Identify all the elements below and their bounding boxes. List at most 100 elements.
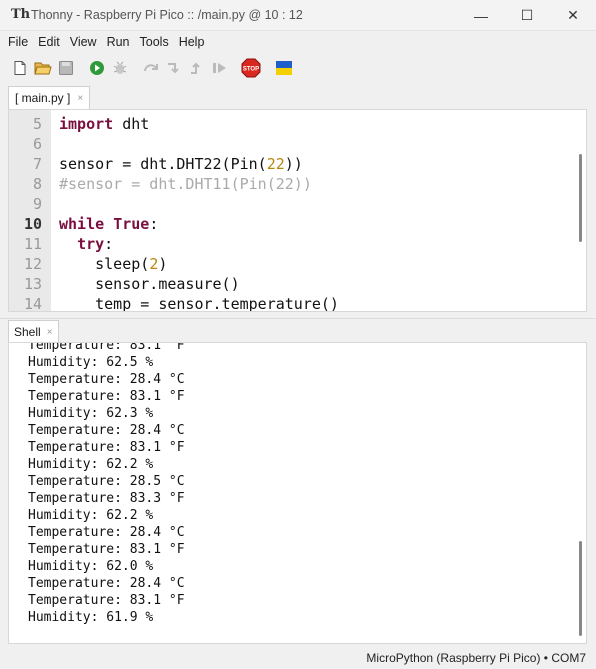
shell-output-line: Temperature: 28.4 °C [28,372,185,387]
minimize-button[interactable]: — [458,0,504,31]
code-text: #sensor = dht.DHT11(Pin(22)) [59,174,312,194]
comment: #sensor = dht.DHT11(Pin(22)) [59,175,312,193]
interpreter-status[interactable]: MicroPython (Raspberry Pi Pico) • COM7 [366,651,586,665]
open-file-button[interactable] [32,57,54,79]
run-button[interactable] [86,57,108,79]
code-line[interactable]: 10 while True: [9,214,569,234]
debug-button[interactable] [109,57,131,79]
folder-open-icon [34,62,52,74]
close-shell-tab-icon[interactable]: × [47,327,53,338]
status-bar: MicroPython (Raspberry Pi Pico) • COM7 [0,648,596,669]
keyword: True [113,215,150,233]
shell-output-line: Humidity: 62.5 % [28,355,154,370]
code-line[interactable]: 5 import dht [9,114,569,134]
code-line[interactable]: 12 sleep(2) [9,254,569,274]
menu-edit[interactable]: Edit [33,35,65,49]
menu-view[interactable]: View [65,35,102,49]
shell-output-line: Temperature: 83.1 °F [28,542,185,557]
step-into-icon [168,62,179,73]
shell-output-line: Temperature: 28.5 °C [28,474,185,489]
shell-console[interactable]: Temperature: 83.1 °F Humidity: 62.5 % Temp… [8,342,587,644]
code-token: : [149,215,159,233]
code-line[interactable]: 9 [9,194,569,214]
line-number: 10 [23,215,42,233]
code-text: sensor = dht.DHT22(Pin(22)) [59,154,303,174]
save-file-button[interactable] [55,57,77,79]
menu-bar: File Edit View Run Tools Help [0,31,596,52]
code-line[interactable]: 8 #sensor = dht.DHT11(Pin(22)) [9,174,569,194]
title-bar: Th Thonny - Raspberry Pi Pico :: /main.p… [0,0,596,31]
stop-button[interactable]: STOP [240,57,262,79]
keyword: import [59,115,114,133]
code-text: temp = sensor.temperature() [59,294,339,312]
menu-tools[interactable]: Tools [135,35,174,49]
step-out-button[interactable] [186,57,208,79]
resume-button[interactable] [209,57,231,79]
menu-help[interactable]: Help [174,35,210,49]
shell-output-line: Humidity: 62.0 % [28,559,154,574]
code-text: sensor.measure() [59,274,240,294]
code-text: sleep(2) [59,254,167,274]
keyword: while [59,215,105,233]
shell-output-line: Temperature: 83.3 °F [28,491,185,506]
code-text: try: [59,234,113,254]
editor-scrollbar-thumb[interactable] [579,154,582,242]
code-line[interactable]: 7 sensor = dht.DHT22(Pin(22)) [9,154,569,174]
window-title: Thonny - Raspberry Pi Pico :: /main.py @… [31,8,303,22]
ukraine-flag-icon [276,60,292,75]
close-window-button[interactable]: ✕ [550,0,596,31]
shell-output-line: Temperature: 83.1 °F [28,342,185,353]
step-over-icon [144,63,158,71]
code-text: while True: [59,214,158,234]
editor-tab-bar: [ main.py ] × [0,85,596,109]
number-literal: 22 [266,155,285,173]
code-line[interactable]: 6 [9,134,569,154]
code-editor[interactable]: 5 import dht 6 7 sensor = dht.DHT22(Pin(22))… [8,109,587,312]
resume-icon [213,62,226,73]
code-token: : [104,235,114,253]
code-token: )) [284,155,303,173]
code-line[interactable]: 14 temp = sensor.temperature() [9,294,569,312]
code-token: temp = sensor.temperature() [59,295,339,312]
code-line[interactable]: 13 sensor.measure() [9,274,569,294]
menu-run[interactable]: Run [102,35,135,49]
number-literal: 2 [149,255,159,273]
maximize-button[interactable]: ☐ [504,0,550,31]
code-token: sleep( [59,255,150,273]
thonny-logo-icon: Th [11,7,31,22]
line-number: 12 [23,255,42,273]
code-line[interactable]: 11 try: [9,234,569,254]
save-icon [59,60,73,75]
close-tab-icon[interactable]: × [77,93,83,104]
code-token: sensor.measure() [59,275,240,293]
shell-output-line: Temperature: 28.4 °C [28,525,185,540]
shell-output: Temperature: 83.1 °F Humidity: 62.5 % Temp… [28,342,185,626]
shell-output-line: Humidity: 62.2 % [28,457,154,472]
shell-output-line: Temperature: 83.1 °F [28,440,185,455]
shell-output-line: Temperature: 28.4 °C [28,423,185,438]
toolbar: STOP [0,53,596,82]
shell-output-line: Temperature: 83.1 °F [28,593,185,608]
tab-main-py[interactable]: [ main.py ] × [8,86,91,109]
shell-scrollbar-thumb[interactable] [579,541,582,636]
line-number: 8 [32,175,42,193]
code-token: ) [158,255,168,273]
debug-bug-icon [113,61,127,74]
line-number: 13 [23,275,42,293]
code-token: dht [113,115,150,133]
line-number: 5 [32,115,42,133]
menu-file[interactable]: File [3,35,33,49]
step-over-button[interactable] [140,57,162,79]
new-file-button[interactable] [9,57,31,79]
ukraine-flag-button[interactable] [273,57,295,79]
shell-tab-label: Shell [14,325,41,339]
step-into-button[interactable] [163,57,185,79]
tab-shell[interactable]: Shell × [8,320,59,343]
shell-tab-bar: Shell × [0,318,596,343]
shell-output-line: Humidity: 61.9 % [28,610,154,625]
code-token: sensor = dht.DHT22(Pin( [59,155,267,173]
stop-sign-icon: STOP [241,58,261,77]
line-number: 14 [23,295,42,312]
